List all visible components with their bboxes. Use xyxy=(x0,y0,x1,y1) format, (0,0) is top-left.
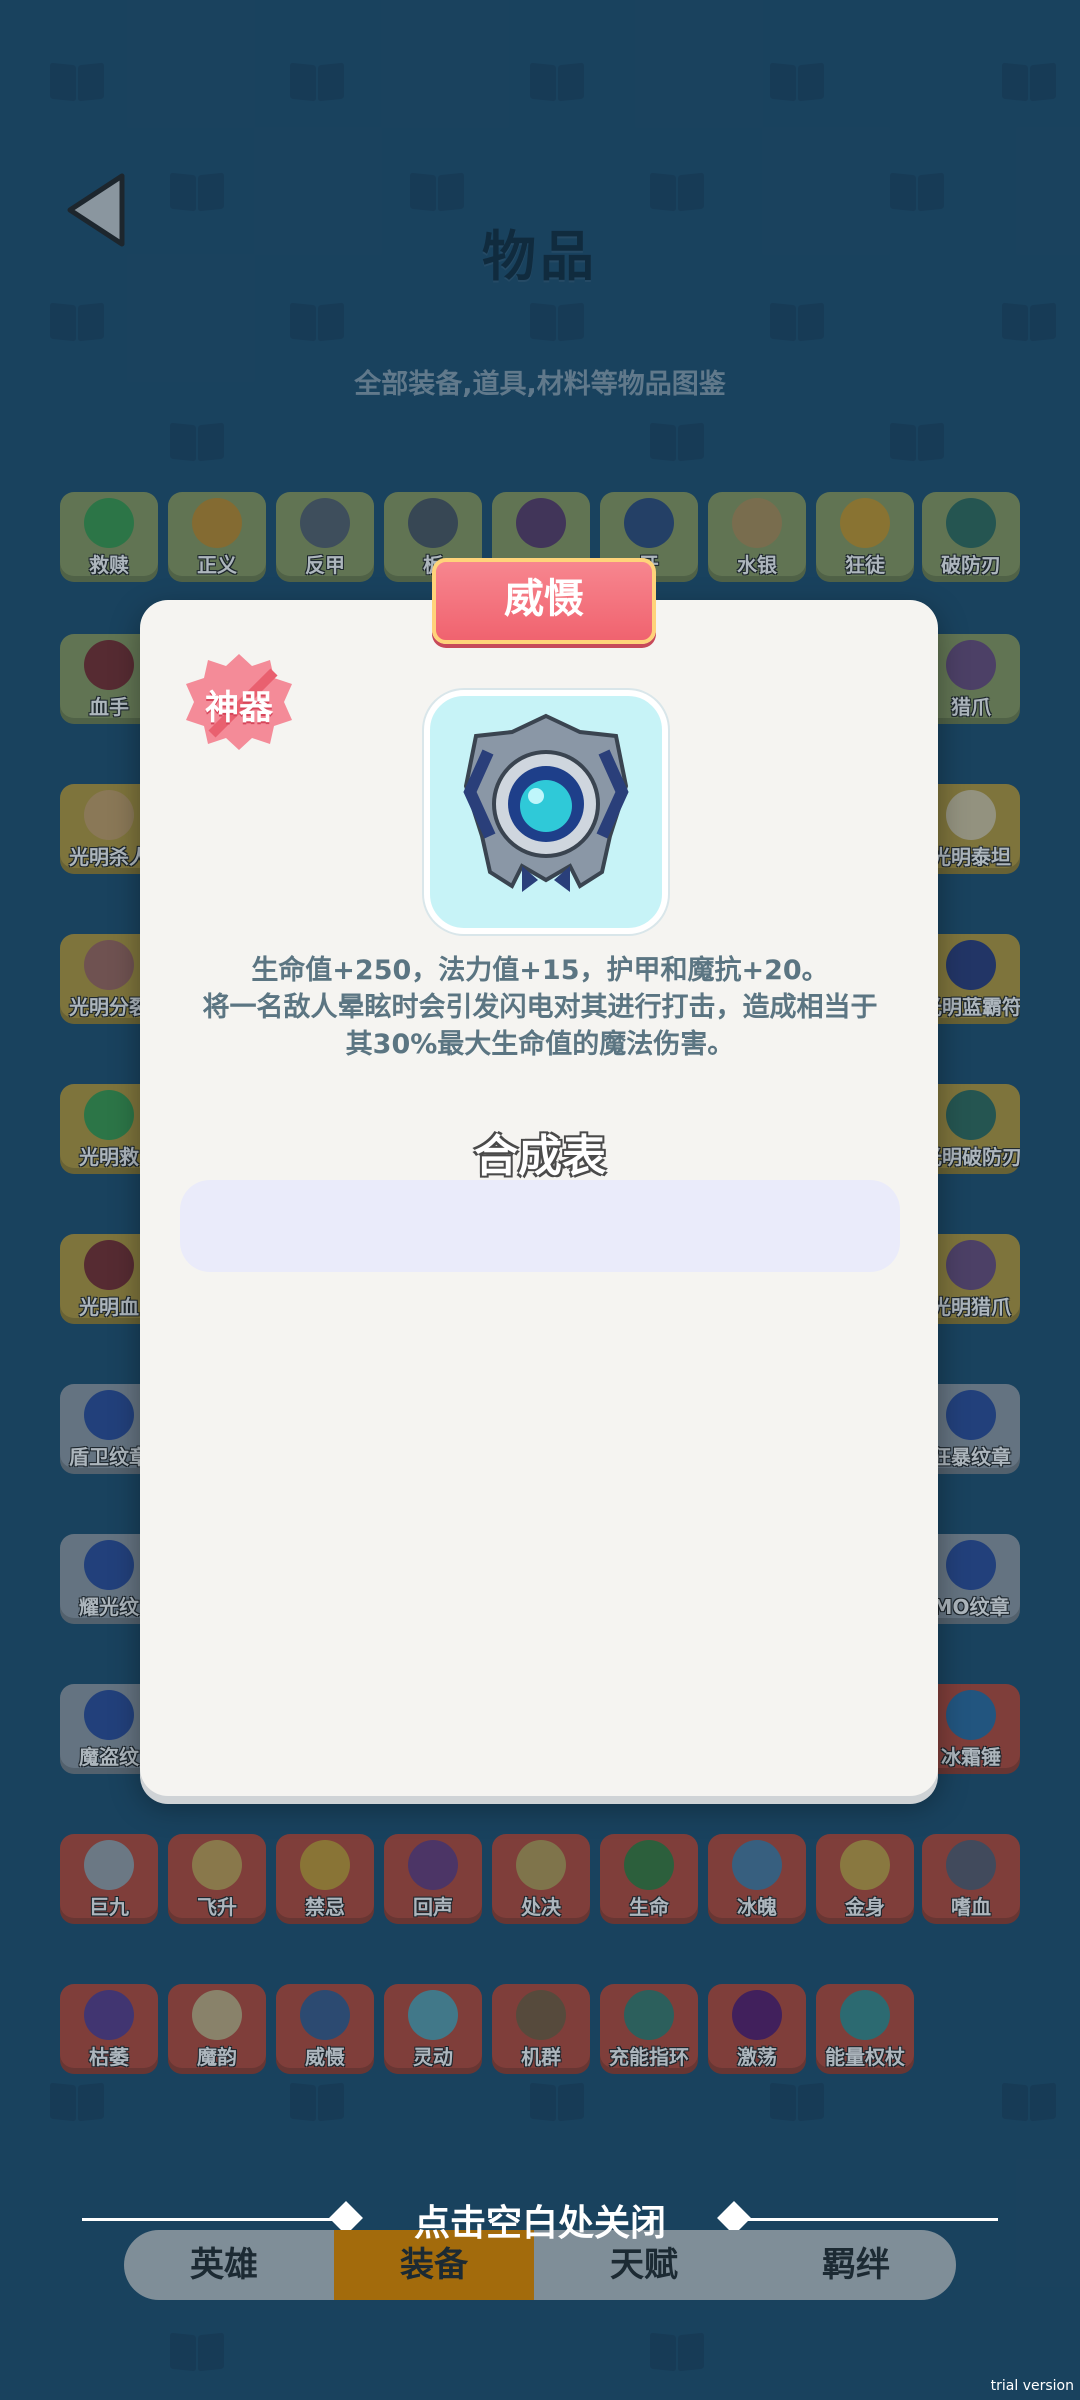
rarity-label: 神器 xyxy=(205,688,273,728)
description-line: 生命值+250，法力值+15，护甲和魔抗+20。 xyxy=(251,955,829,986)
item-name-ribbon: 威慑 xyxy=(432,558,656,644)
recipe-box xyxy=(180,1180,900,1272)
item-description: 生命值+250，法力值+15，护甲和魔抗+20。 将一名敌人晕眩时会引发闪电对其… xyxy=(190,952,890,1063)
description-line: 将一名敌人晕眩时会引发闪电对其进行打击，造成相当于 xyxy=(202,992,878,1023)
recipe-title: 合成表 xyxy=(474,1131,606,1182)
artifact-shield-orb-icon xyxy=(463,713,629,892)
trial-watermark: trial version xyxy=(990,2378,1074,2394)
close-hint[interactable]: 点击空白处关闭 xyxy=(0,2194,1080,2246)
description-line: 其30%最大生命值的魔法伤害。 xyxy=(345,1029,735,1060)
item-icon-frame xyxy=(424,690,668,934)
rarity-badge: 神器 xyxy=(182,650,296,754)
